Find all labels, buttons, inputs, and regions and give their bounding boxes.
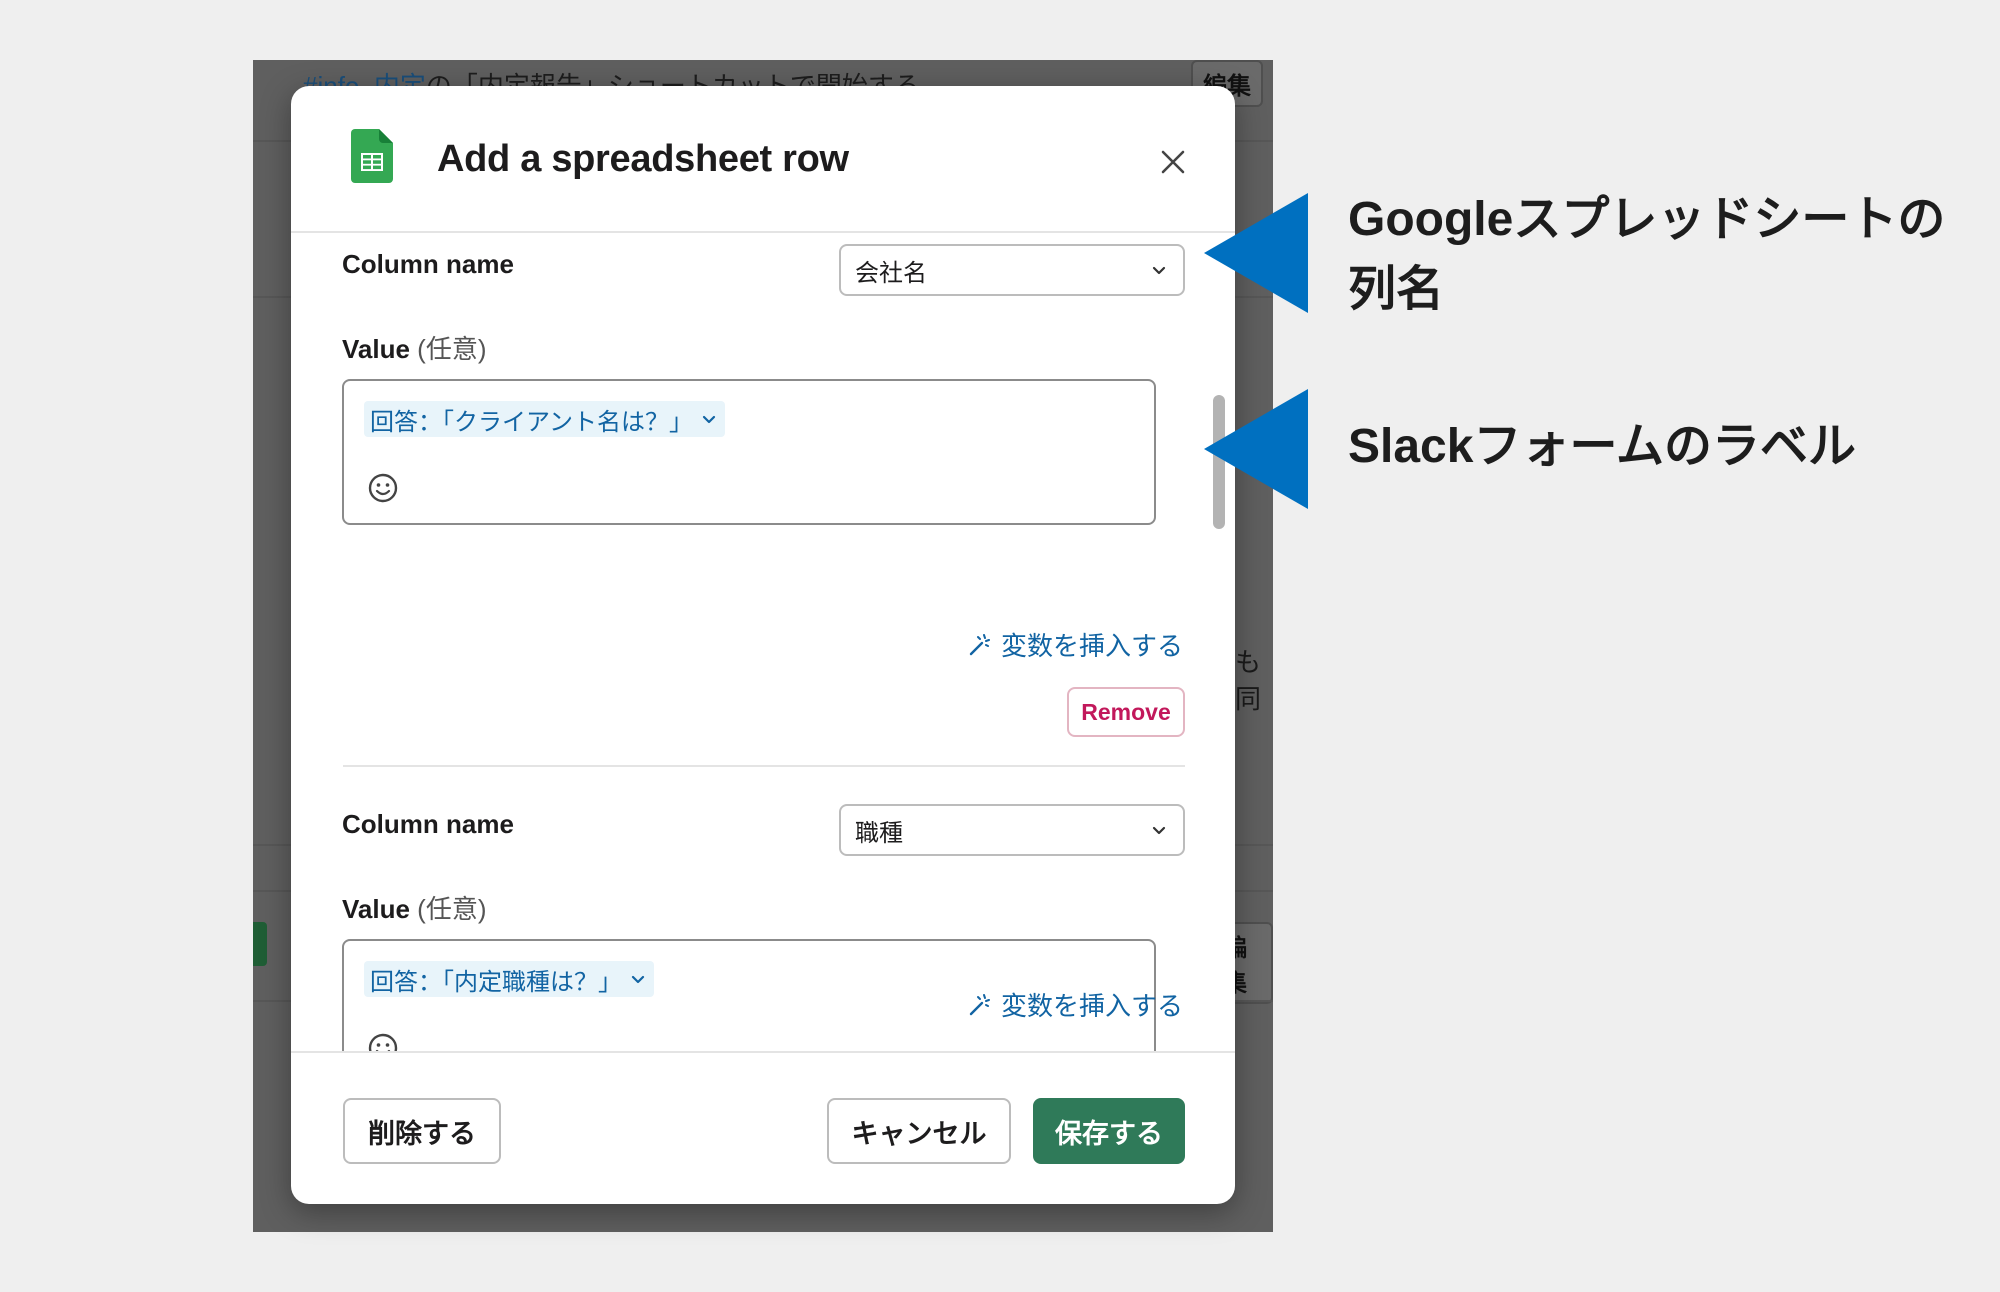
dialog-title: Add a spreadsheet row — [437, 138, 849, 180]
insert-variable-link[interactable]: 変数を挿入する — [967, 986, 1183, 1023]
value-input[interactable]: 回答：「クライアント名は？」 — [342, 379, 1156, 525]
save-button[interactable]: 保存する — [1033, 1098, 1185, 1164]
column-name-select[interactable]: 職種 — [839, 804, 1185, 856]
row-divider — [343, 765, 1185, 767]
annotation-arrow — [1204, 389, 1308, 509]
chevron-down-icon — [631, 975, 645, 984]
dialog-body: Column name 会社名 Value (任意) 回答：「クライアント名は？… — [291, 235, 1235, 1051]
close-button[interactable] — [1149, 138, 1197, 186]
remove-row-button[interactable]: Remove — [1067, 687, 1185, 737]
magic-wand-icon — [969, 633, 990, 655]
close-icon — [1161, 150, 1185, 174]
add-spreadsheet-row-dialog: Add a spreadsheet row Column name 会社名 Va… — [291, 86, 1235, 1204]
dialog-header: Add a spreadsheet row — [291, 86, 1235, 233]
insert-variable-link[interactable]: 変数を挿入する — [967, 626, 1183, 663]
annotation-column-name: Googleスプレッドシートの 列名 — [1348, 193, 1946, 316]
delete-button[interactable]: 削除する — [343, 1098, 501, 1164]
dialog-footer: 削除する キャンセル 保存する — [291, 1051, 1235, 1204]
magic-wand-icon — [969, 993, 990, 1015]
background-text-fragment: も同 — [1235, 647, 1262, 714]
value-label: Value (任意) — [342, 334, 487, 364]
value-label: Value (任意) — [342, 894, 487, 924]
chevron-down-icon — [702, 415, 716, 424]
chevron-down-icon — [1152, 266, 1166, 275]
variable-token[interactable]: 回答：「クライアント名は？」 — [364, 401, 726, 437]
emoji-icon[interactable] — [366, 1031, 400, 1051]
chevron-down-icon — [1152, 826, 1166, 835]
annotation-arrow — [1204, 193, 1308, 313]
column-name-label: Column name — [342, 249, 514, 279]
variable-token[interactable]: 回答：「内定職種は？」 — [364, 961, 654, 997]
background-sheets-icon — [253, 922, 267, 966]
column-name-label: Column name — [342, 809, 514, 839]
column-name-value: 職種 — [855, 819, 903, 847]
emoji-icon[interactable] — [366, 471, 400, 505]
annotation-slack-label: Slackフォームのラベル — [1348, 420, 1856, 473]
google-sheets-icon — [351, 129, 393, 183]
cancel-button[interactable]: キャンセル — [827, 1098, 1011, 1164]
column-name-select[interactable]: 会社名 — [839, 244, 1185, 296]
column-name-value: 会社名 — [855, 259, 927, 287]
